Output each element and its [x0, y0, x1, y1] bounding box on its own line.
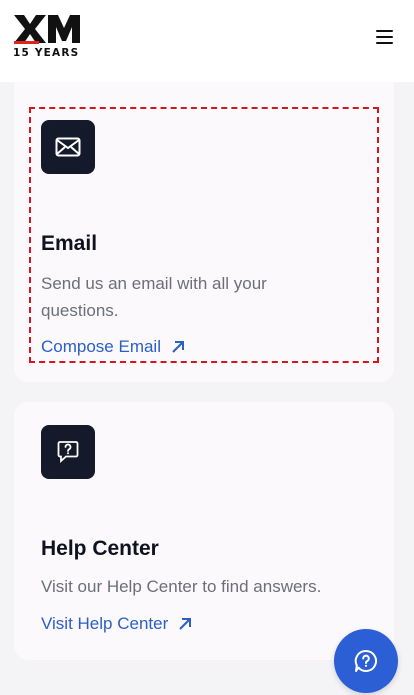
help-card-description: Visit our Help Center to find answers.: [41, 577, 322, 596]
chat-help-icon: [354, 649, 377, 672]
envelope-icon: [41, 120, 95, 174]
help-card-title: Help Center: [41, 537, 159, 560]
xm-logo[interactable]: 15 YEARS: [13, 14, 81, 60]
hamburger-menu-icon[interactable]: [374, 28, 396, 46]
arrow-up-right-icon: [179, 618, 192, 630]
logo-red-bar: [14, 41, 39, 44]
compose-email-link[interactable]: Compose Email: [41, 337, 185, 357]
arrow-up-right-icon: [172, 341, 184, 353]
visit-help-center-link[interactable]: Visit Help Center: [41, 614, 192, 634]
visit-help-center-label: Visit Help Center: [41, 614, 169, 633]
question-chat-icon: [41, 425, 95, 479]
contact-content: Email Send us an email with all your que…: [0, 82, 414, 695]
email-card-description: Send us an email with all your questions…: [41, 274, 267, 320]
email-card-title: Email: [41, 232, 98, 255]
help-center-card: Help Center Visit our Help Center to fin…: [14, 402, 394, 660]
logo-tagline: 15 YEARS: [13, 47, 80, 59]
chat-help-button[interactable]: [334, 629, 398, 693]
compose-email-label: Compose Email: [41, 337, 161, 356]
email-card: Email Send us an email with all your que…: [14, 82, 394, 382]
xm-logo-mark: [14, 15, 80, 43]
site-header: 15 YEARS: [0, 0, 414, 82]
